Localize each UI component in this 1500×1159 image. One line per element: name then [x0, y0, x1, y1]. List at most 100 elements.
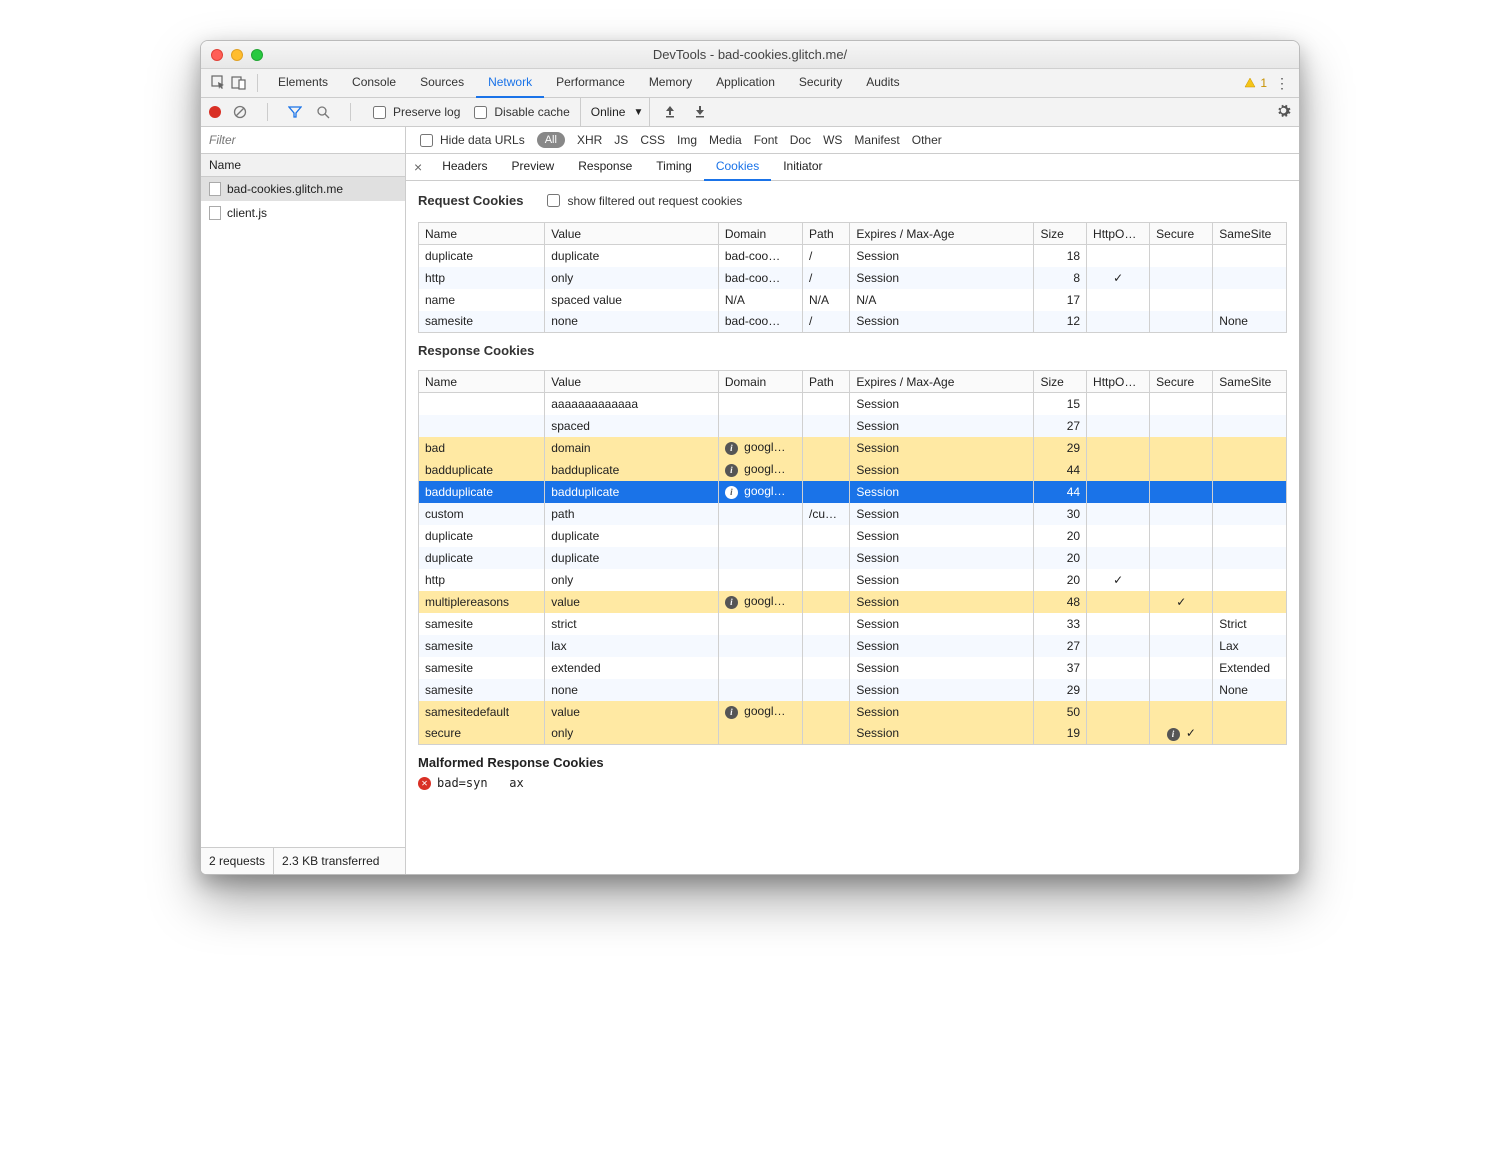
table-row[interactable]: duplicateduplicateSession20 [419, 525, 1287, 547]
table-row[interactable]: duplicateduplicateSession20 [419, 547, 1287, 569]
table-row[interactable]: samesitenoneSession29None [419, 679, 1287, 701]
detail-tab-initiator[interactable]: Initiator [771, 154, 834, 181]
table-row[interactable]: secureonlySession19i ✓ [419, 723, 1287, 745]
table-header-row[interactable]: Name Value Domain Path Expires / Max-Age… [419, 223, 1287, 245]
filter-type-img[interactable]: Img [677, 133, 697, 147]
panel-tab-network[interactable]: Network [476, 68, 544, 98]
col-value[interactable]: Value [545, 223, 719, 245]
col-size[interactable]: Size [1034, 223, 1087, 245]
search-icon[interactable] [314, 103, 332, 121]
cell-expires: Session [850, 547, 1034, 569]
panel-tab-memory[interactable]: Memory [637, 68, 704, 98]
cell-http [1087, 459, 1150, 481]
filter-type-ws[interactable]: WS [823, 133, 842, 147]
col-httponly[interactable]: HttpO… [1087, 371, 1150, 393]
col-path[interactable]: Path [803, 223, 850, 245]
request-item[interactable]: client.js [201, 201, 405, 225]
panel-tab-sources[interactable]: Sources [408, 68, 476, 98]
detail-tab-timing[interactable]: Timing [644, 154, 704, 181]
cell-size: 50 [1034, 701, 1087, 723]
table-row[interactable]: samesitenonebad-coo…/Session12None [419, 311, 1287, 333]
cell-domain [718, 393, 802, 415]
panel-tab-audits[interactable]: Audits [854, 68, 911, 98]
device-toolbar-icon[interactable] [229, 73, 249, 93]
cell-name: samesitedefault [419, 701, 545, 723]
table-row[interactable]: custompath/cu…Session30 [419, 503, 1287, 525]
filter-toggle-icon[interactable] [286, 103, 304, 121]
hide-data-urls-checkbox[interactable]: Hide data URLs [416, 131, 525, 150]
filter-type-xhr[interactable]: XHR [577, 133, 602, 147]
table-row[interactable]: badduplicatebadduplicatei googl…Session4… [419, 481, 1287, 503]
col-httponly[interactable]: HttpO… [1087, 223, 1150, 245]
malformed-title: Malformed Response Cookies [418, 755, 1287, 770]
cell-value: extended [545, 657, 719, 679]
table-row[interactable]: samesiteextendedSession37Extended [419, 657, 1287, 679]
filter-type-js[interactable]: JS [614, 133, 628, 147]
request-item[interactable]: bad-cookies.glitch.me [201, 177, 405, 201]
col-path[interactable]: Path [803, 371, 850, 393]
cell-samesite [1213, 415, 1287, 437]
filter-type-font[interactable]: Font [754, 133, 778, 147]
table-header-row[interactable]: Name Value Domain Path Expires / Max-Age… [419, 371, 1287, 393]
col-domain[interactable]: Domain [718, 223, 802, 245]
col-domain[interactable]: Domain [718, 371, 802, 393]
close-detail-icon[interactable]: × [412, 159, 430, 175]
table-row[interactable]: duplicateduplicatebad-coo…/Session18 [419, 245, 1287, 267]
table-row[interactable]: samesitestrictSession33Strict [419, 613, 1287, 635]
table-row[interactable]: baddomaini googl…Session29 [419, 437, 1287, 459]
disable-cache-checkbox[interactable]: Disable cache [470, 103, 569, 122]
panel-tab-performance[interactable]: Performance [544, 68, 637, 98]
filter-type-manifest[interactable]: Manifest [854, 133, 899, 147]
filter-type-other[interactable]: Other [912, 133, 942, 147]
panel-tab-application[interactable]: Application [704, 68, 787, 98]
table-row[interactable]: samesitedefaultvaluei googl…Session50 [419, 701, 1287, 723]
table-row[interactable]: namespaced valueN/AN/AN/A17 [419, 289, 1287, 311]
record-button[interactable] [209, 106, 221, 118]
warnings-badge[interactable]: 1 [1244, 76, 1267, 90]
col-expires[interactable]: Expires / Max-Age [850, 223, 1034, 245]
panel-tab-security[interactable]: Security [787, 68, 854, 98]
col-samesite[interactable]: SameSite [1213, 223, 1287, 245]
table-row[interactable]: aaaaaaaaaaaaaSession15 [419, 393, 1287, 415]
detail-tab-cookies[interactable]: Cookies [704, 154, 771, 181]
panel-tab-elements[interactable]: Elements [266, 68, 340, 98]
cell-size: 29 [1034, 437, 1087, 459]
clear-button[interactable] [231, 103, 249, 121]
filter-type-media[interactable]: Media [709, 133, 742, 147]
col-samesite[interactable]: SameSite [1213, 371, 1287, 393]
col-size[interactable]: Size [1034, 371, 1087, 393]
col-expires[interactable]: Expires / Max-Age [850, 371, 1034, 393]
filter-type-doc[interactable]: Doc [790, 133, 811, 147]
table-row[interactable]: badduplicatebadduplicatei googl…Session4… [419, 459, 1287, 481]
show-filtered-checkbox[interactable]: show filtered out request cookies [543, 191, 742, 210]
throttling-dropdown[interactable]: Online ▼ [580, 98, 651, 126]
cell-samesite [1213, 459, 1287, 481]
inspect-element-icon[interactable] [209, 73, 229, 93]
col-secure[interactable]: Secure [1150, 371, 1213, 393]
col-name[interactable]: Name [419, 371, 545, 393]
panel-tab-console[interactable]: Console [340, 68, 408, 98]
table-row[interactable]: samesitelaxSession27Lax [419, 635, 1287, 657]
col-value[interactable]: Value [545, 371, 719, 393]
download-har-icon[interactable] [690, 104, 710, 121]
filter-type-all[interactable]: All [537, 132, 565, 148]
detail-tab-preview[interactable]: Preview [500, 154, 567, 181]
detail-tab-response[interactable]: Response [566, 154, 644, 181]
table-row[interactable]: multiplereasonsvaluei googl…Session48✓ [419, 591, 1287, 613]
upload-har-icon[interactable] [660, 104, 680, 121]
col-name[interactable]: Name [419, 223, 545, 245]
request-item-label: client.js [227, 206, 267, 220]
table-row[interactable]: httponlySession20✓ [419, 569, 1287, 591]
col-secure[interactable]: Secure [1150, 223, 1213, 245]
table-row[interactable]: httponlybad-coo…/Session8✓ [419, 267, 1287, 289]
filter-input[interactable] [207, 132, 399, 148]
preserve-log-checkbox[interactable]: Preserve log [369, 103, 460, 122]
table-row[interactable]: spacedSession27 [419, 415, 1287, 437]
network-filter-row: Hide data URLs All XHR JS CSS Img Media Font Do… [201, 127, 1299, 154]
request-cookies-title: Request Cookies [418, 193, 523, 208]
settings-gear-icon[interactable] [1276, 103, 1291, 121]
filter-type-css[interactable]: CSS [640, 133, 665, 147]
more-menu-icon[interactable]: ⋮ [1273, 75, 1291, 92]
detail-tab-headers[interactable]: Headers [430, 154, 499, 181]
cell-http [1087, 311, 1150, 333]
